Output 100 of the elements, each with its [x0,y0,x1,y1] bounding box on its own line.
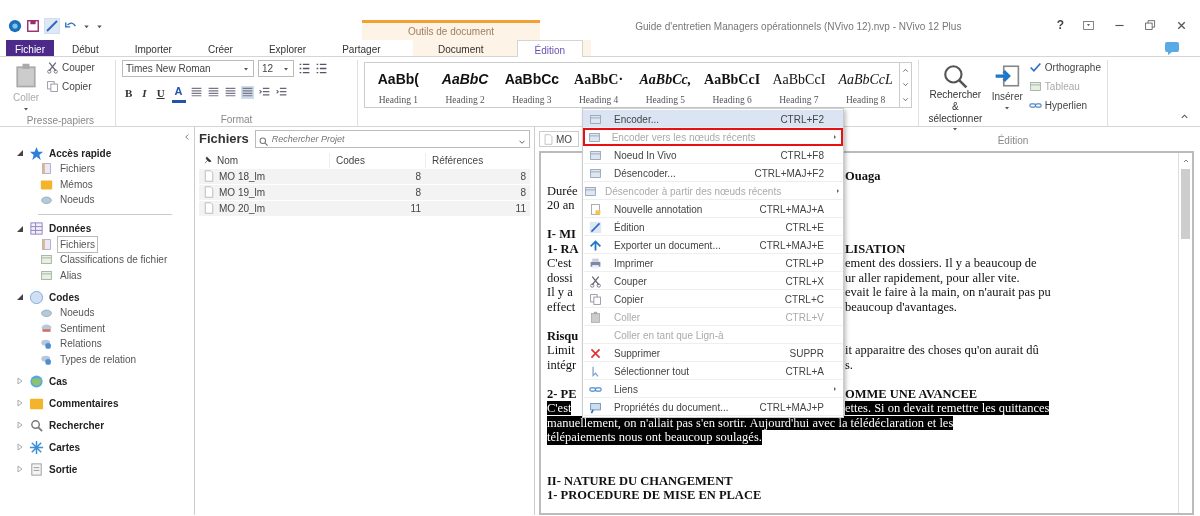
search-field[interactable]: Rechercher Projet [254,129,530,148]
hyperlink-button[interactable]: Hyperlien [1044,98,1088,113]
nav-item[interactable]: Classifications de fichier [57,251,171,269]
table-cell-text: MO 18_lm [219,169,266,184]
menu-item[interactable]: Nouvelle annotation CTRL+MAJ+A [583,200,843,218]
nav-item[interactable]: Fichiers [57,235,98,253]
menu-item[interactable]: Noeud In Vivo CTRL+F8 [583,146,843,164]
nav-item[interactable]: Mémos [57,175,96,193]
nav-item[interactable]: Noeuds [57,191,98,209]
ribbon-tab[interactable]: Fichier [6,40,54,56]
nav-section[interactable]: Rechercher [49,417,105,433]
menu-item[interactable]: Exporter un document... CTRL+MAJ+E [583,236,843,254]
bold-button[interactable]: B [122,84,136,101]
nav-section[interactable]: Cartes [49,439,81,455]
menu-item[interactable]: Liens [583,380,843,398]
column-header[interactable]: Codes [336,154,365,166]
table-cell: 8 [415,186,421,198]
expander-icon[interactable] [16,293,24,301]
ribbon-tab[interactable]: Document [420,40,502,56]
font-dropdown[interactable]: Times New Roman [122,60,254,77]
ribbon-tab[interactable]: Explorer [250,40,325,56]
file-tab[interactable]: MO [539,131,579,147]
style-option[interactable]: AaBbC· Heading 4 [565,63,632,107]
document-text: II- NATURE DU CHANGEMENT [547,473,733,488]
ribbon-tab[interactable]: Partager [324,40,399,56]
copy-button[interactable]: Copier [62,79,92,94]
collapse-icon[interactable] [1181,157,1190,165]
expander-icon[interactable] [16,149,24,157]
find-select-button[interactable]: Rechercher & sélectionner [925,89,986,125]
document-icon [40,162,53,176]
menu-item[interactable]: Propriétés du document... CTRL+MAJ+P [583,398,843,416]
menu-item[interactable]: Sélectionner tout CTRL+A [583,362,843,380]
restore-icon[interactable] [1144,18,1157,32]
menu-item[interactable]: Supprimer SUPPR [583,344,843,362]
nav-item[interactable]: Relations [57,335,105,353]
list-icon[interactable] [315,62,328,75]
nav-item[interactable]: Noeuds [57,304,98,322]
nav-section[interactable]: Commentaires [49,395,119,411]
cut-button[interactable]: Couper [62,60,95,75]
table-cell: 8 [520,170,526,182]
ribbon-tab[interactable]: Créer [189,40,251,56]
document-text: effect [547,299,576,314]
font-size-dropdown[interactable]: 12 [258,60,294,77]
scrollbar-thumb[interactable] [1181,169,1190,239]
style-option[interactable]: AaBb( Heading 1 [365,63,432,107]
app-logo-icon[interactable] [8,19,22,33]
table-cell: 11 [410,202,421,214]
document-icon [29,461,44,477]
document-text: I- MI [547,227,576,241]
pencil-icon[interactable] [44,18,60,34]
ribbon-tab[interactable]: Importer [116,40,190,56]
style-option[interactable]: AaBbC Heading 2 [431,63,499,107]
chat-icon[interactable] [1164,40,1180,57]
ribbon-options-icon[interactable] [1082,18,1095,32]
italic-button[interactable]: I [139,84,150,101]
nav-item[interactable]: Fichiers [57,160,98,178]
clipboard-icon [588,310,602,324]
menu-item[interactable]: Désencoder... CTRL+MAJ+F2 [583,164,843,182]
nav-item[interactable]: Sentiment [57,319,109,337]
document-text: 1- PROCEDURE DE MISE EN PLACE [547,488,762,503]
document-text: 20 an [547,198,575,212]
table-icon [40,268,53,282]
spelling-button[interactable]: Orthographe [1044,60,1101,75]
list-icon[interactable] [298,62,311,75]
menu-item[interactable]: Couper CTRL+X [583,272,843,290]
style-option[interactable]: AaBbCc, Heading 5 [632,63,699,107]
nav-section[interactable]: Données [49,221,92,236]
style-option[interactable]: AaBbCcL Heading 8 [832,63,899,107]
nav-item[interactable]: Alias [57,266,85,284]
underline-button[interactable]: U [153,84,168,101]
column-header[interactable]: Références [432,154,484,166]
caret-icon [1003,104,1012,112]
arrow-icon [588,238,602,252]
nav-item[interactable]: Types de relation [57,350,140,368]
nav-section[interactable]: Sortie [49,461,78,477]
document-text: LISATION [845,241,906,256]
menu-item[interactable]: Encoder... CTRL+F2 [583,110,843,128]
nav-section[interactable]: Accès rapide [49,145,112,161]
insert-button[interactable]: Insérer [991,89,1023,104]
folder-icon [40,177,53,191]
style-option[interactable]: AaBbCc Heading 3 [498,63,566,107]
window-icon [587,130,601,144]
ribbon-tab[interactable]: Début [54,40,117,56]
menu-item[interactable]: Édition CTRL+E [583,218,843,236]
expander-icon[interactable] [16,224,24,233]
group-label: Presse-papiers [26,115,95,126]
document-text: beaucoup d'avantages. [845,299,957,314]
check-icon [1028,61,1042,74]
column-header[interactable]: Nom [217,152,239,168]
document-text: evait le faire à la main, on n'aurait pas pu [845,285,1051,299]
save-icon[interactable] [26,19,40,33]
font-color-button[interactable]: A [171,83,186,103]
nav-section[interactable]: Codes [49,289,80,305]
nav-section[interactable]: Cas [49,373,68,389]
style-option[interactable]: AaBbCcI Heading 7 [765,63,833,107]
ribbon-tab[interactable]: Édition [516,40,584,57]
menu-item[interactable]: Copier CTRL+C [583,290,843,308]
style-option[interactable]: AaBbCcI Heading 6 [698,63,766,107]
help-button[interactable]: ? [1056,16,1064,34]
menu-item[interactable]: Imprimer CTRL+P [583,254,843,272]
